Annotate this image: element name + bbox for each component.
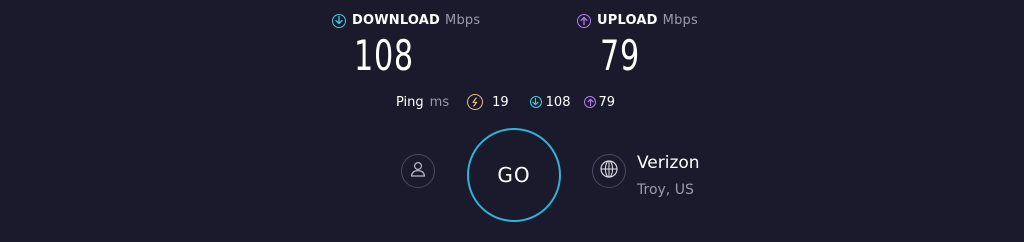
download-latency-icon <box>529 96 542 108</box>
download-header: DOWNLOAD Mbps <box>332 13 480 28</box>
upload-latency: 79 <box>584 95 615 110</box>
upload-latency-value: 79 <box>598 94 616 110</box>
idle-latency-value: 19 <box>492 94 509 110</box>
download-latency-value: 108 <box>545 94 571 110</box>
download-arrow-icon <box>332 13 346 28</box>
download-label: DOWNLOAD <box>352 13 441 28</box>
download-latency: 108 <box>529 94 571 110</box>
ping-unit: ms <box>429 94 450 110</box>
latency-icon <box>467 94 484 110</box>
ping-row: Ping ms 19 108 79 <box>396 92 615 112</box>
upload-header: UPLOAD Mbps <box>577 13 698 28</box>
upload-arrow-icon <box>577 13 591 28</box>
globe-icon <box>599 159 619 183</box>
upload-value: 79 <box>600 31 640 80</box>
upload-unit: Mbps <box>662 13 698 28</box>
download-value: 108 <box>354 31 414 80</box>
go-button-label: GO <box>497 163 531 187</box>
speedtest-panel: DOWNLOAD Mbps 108 UPLOAD Mbps 79 Ping ms… <box>0 0 1024 242</box>
upload-latency-icon <box>584 96 597 108</box>
upload-label: UPLOAD <box>597 13 658 28</box>
download-unit: Mbps <box>445 13 481 28</box>
server-provider[interactable]: Verizon <box>637 153 700 173</box>
server-location: Troy, US <box>637 182 694 198</box>
account-button[interactable] <box>401 154 435 188</box>
change-server-button[interactable] <box>592 154 626 188</box>
idle-latency: 19 <box>467 94 509 110</box>
ping-label: Ping <box>396 94 424 110</box>
go-button[interactable]: GO <box>467 128 561 222</box>
user-icon <box>409 160 427 182</box>
